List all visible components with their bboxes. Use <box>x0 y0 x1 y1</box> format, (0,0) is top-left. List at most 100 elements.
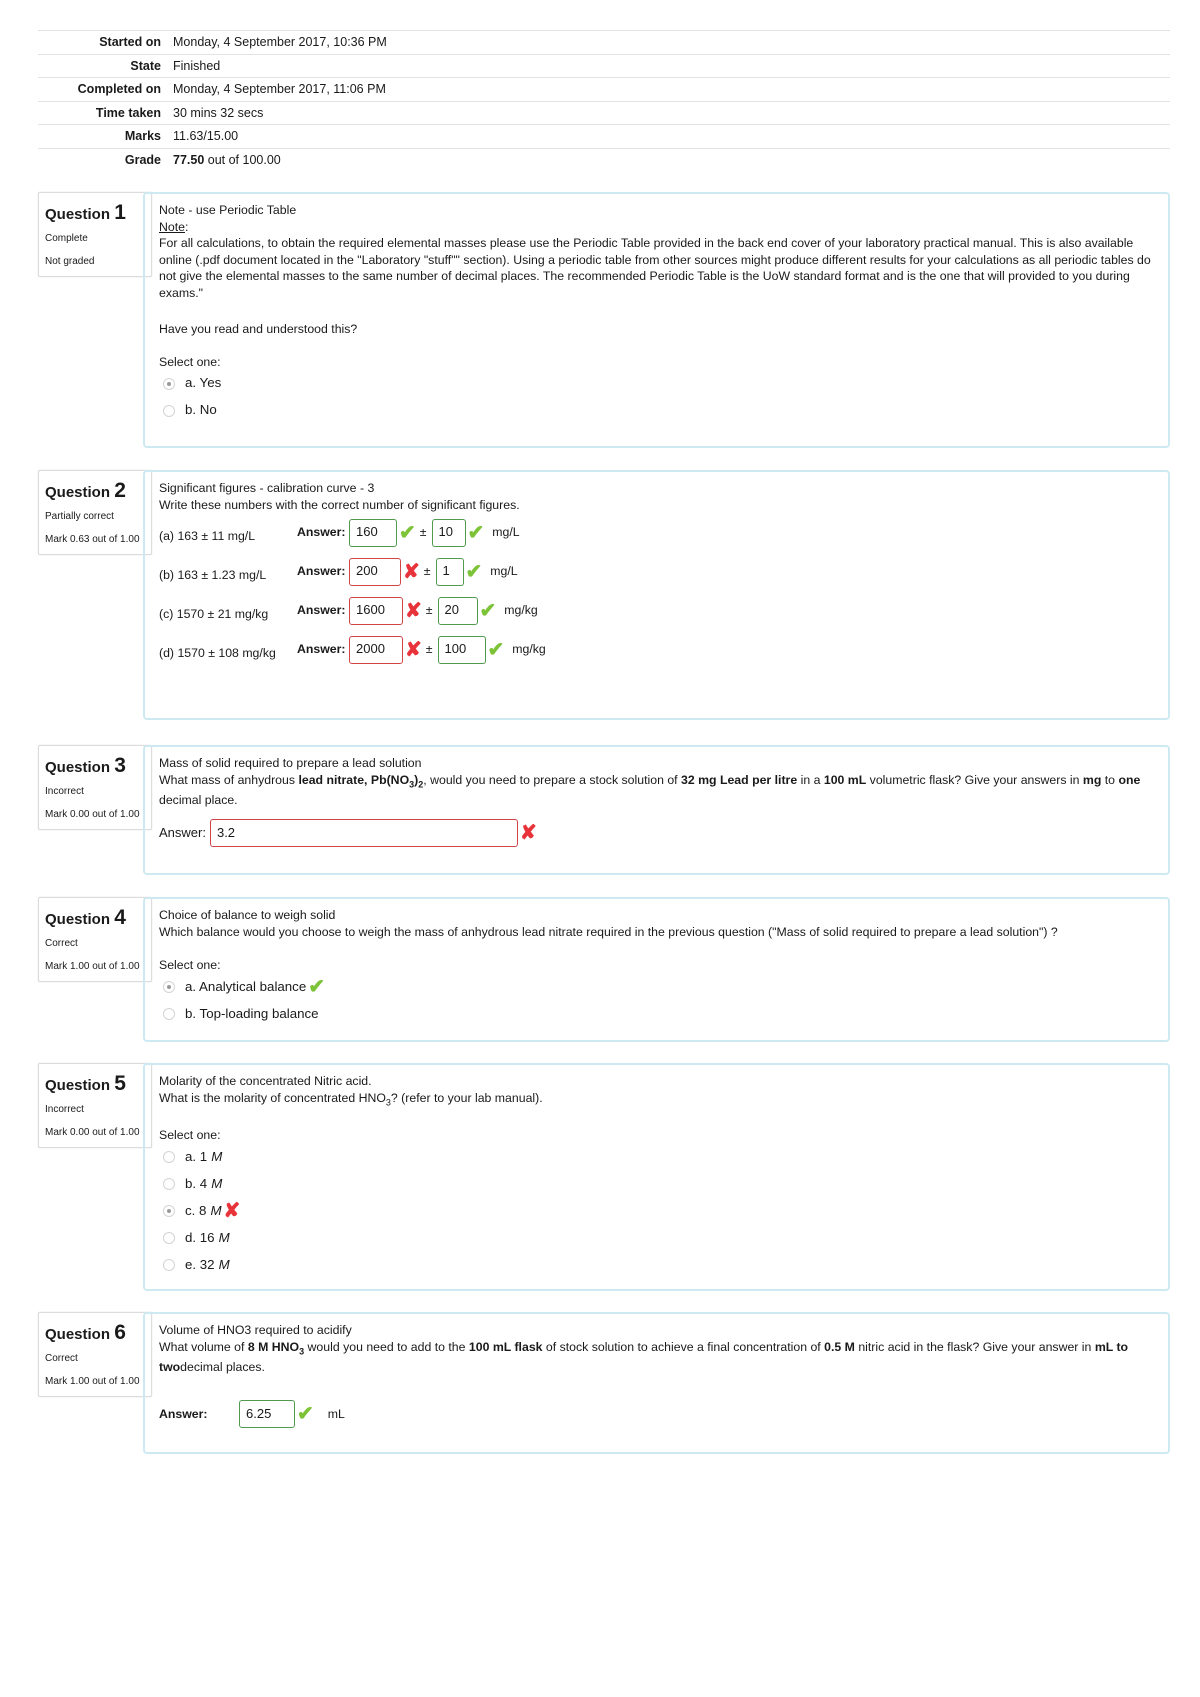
value-input[interactable]: 1600 <box>349 596 403 625</box>
question-mark: Mark 0.00 out of 1.00 <box>45 1127 140 1138</box>
question-title: Significant figures - calibration curve … <box>159 481 375 495</box>
question-text: What is the molarity of concentrated HNO… <box>159 1090 543 1107</box>
radio-selected[interactable] <box>163 981 175 993</box>
answer-input[interactable]: 3.2 <box>209 818 518 847</box>
question-info: Question 5 Incorrect Mark 0.00 out of 1.… <box>38 1063 152 1148</box>
radio-selected[interactable] <box>163 377 175 390</box>
question-title: Note - use Periodic Table <box>159 203 297 217</box>
option-3[interactable]: d. 16 M <box>159 1225 1154 1252</box>
summary-completed: Completed on Monday, 4 September 2017, 11… <box>38 77 1170 101</box>
uncertainty-input[interactable]: 100 <box>437 635 486 664</box>
answer-row: (d) 1570 ± 108 mg/kg Answer: 2000 ✘ ±100 ✔ mg/… <box>159 630 1154 669</box>
unit-label: mg/L <box>490 564 518 579</box>
part-label: (c) 1570 ± 21 mg/kg <box>159 607 269 622</box>
option-4[interactable]: e. 32 M <box>159 1252 1154 1279</box>
option-0[interactable]: a. 1 M <box>159 1144 1154 1171</box>
question-text: Write these numbers with the correct num… <box>159 497 520 512</box>
question-info: Question 2 Partially correct Mark 0.63 o… <box>38 470 152 555</box>
radio-selected[interactable] <box>163 1205 175 1218</box>
unit-label: mg/L <box>492 525 520 540</box>
question-content: Volume of HNO3 required to acidify What … <box>143 1312 1170 1454</box>
question-mark: Mark 1.00 out of 1.00 <box>45 1376 140 1387</box>
correct-icon: ✔ <box>465 560 483 583</box>
incorrect-icon: ✘ <box>405 638 422 661</box>
option-yes[interactable]: a. Yes <box>159 370 1154 397</box>
incorrect-icon: ✘ <box>519 821 537 844</box>
part-label: (d) 1570 ± 108 mg/kg <box>159 646 276 661</box>
unit-label: M <box>218 1230 230 1246</box>
radio[interactable] <box>163 1151 175 1164</box>
radio[interactable] <box>163 1259 175 1272</box>
correct-icon: ✔ <box>487 638 505 661</box>
correct-icon: ✔ <box>297 1402 314 1425</box>
radio[interactable] <box>163 1008 175 1020</box>
option-label: a. 1 <box>185 1149 208 1165</box>
question-state: Correct <box>45 938 78 949</box>
unit-label: mg/kg <box>512 642 546 657</box>
answer-label: Answer: <box>297 603 346 618</box>
unit-label: M <box>211 1176 223 1192</box>
question-title: Choice of balance to weigh solid <box>159 908 336 922</box>
question-content: Note - use Periodic Table Note: For all … <box>143 192 1170 448</box>
answer-label: Answer: <box>297 564 346 579</box>
radio[interactable] <box>163 1232 175 1245</box>
question-mark: Mark 1.00 out of 1.00 <box>45 961 140 972</box>
question-content: Significant figures - calibration curve … <box>143 470 1170 720</box>
uncertainty-input[interactable]: 20 <box>437 596 478 625</box>
answer-row: (b) 163 ± 1.23 mg/L Answer: 200 ✘ ±1 ✔ mg/L <box>159 552 1154 591</box>
value-input[interactable]: 2000 <box>349 635 403 664</box>
answer-input[interactable]: 6.25 <box>239 1399 295 1428</box>
plus-minus: ± <box>425 603 433 618</box>
part-label: (b) 163 ± 1.23 mg/L <box>159 568 267 583</box>
radio[interactable] <box>163 1178 175 1191</box>
uncertainty-input[interactable]: 1 <box>435 557 464 586</box>
option-no[interactable]: b. No <box>159 397 1154 424</box>
question-info: Question 1 Complete Not graded <box>38 192 152 277</box>
question-mark: Not graded <box>45 256 95 267</box>
incorrect-icon: ✘ <box>223 1200 241 1223</box>
summary-grade: Grade 77.50 out of 100.00 <box>38 147 1170 172</box>
question-mark: Mark 0.00 out of 1.00 <box>45 809 140 820</box>
plus-minus: ± <box>423 564 431 579</box>
option-1[interactable]: b. 4 M <box>159 1171 1154 1198</box>
part-label: (a) 163 ± 11 mg/L <box>159 529 256 544</box>
question-text: What volume of 8 M HNO3 would you need t… <box>159 1339 1129 1375</box>
question-info: Question 6 Correct Mark 1.00 out of 1.00 <box>38 1312 152 1397</box>
summary-started: Started on Monday, 4 September 2017, 10:3… <box>38 30 1170 54</box>
radio[interactable] <box>163 404 175 417</box>
answer-label: Answer: <box>297 642 346 657</box>
incorrect-icon: ✘ <box>405 599 422 622</box>
option-label: d. 16 <box>185 1230 215 1246</box>
option-label: b. 4 <box>185 1176 208 1192</box>
correct-icon: ✔ <box>308 976 325 998</box>
incorrect-icon: ✘ <box>403 560 420 583</box>
unit-label: M <box>211 1149 223 1165</box>
unit-label: M <box>210 1203 222 1219</box>
question-info: Question 4 Correct Mark 1.00 out of 1.00 <box>38 897 152 982</box>
summary-marks: Marks 11.63/15.00 <box>38 124 1170 148</box>
question-state: Incorrect <box>45 1104 84 1115</box>
value-input[interactable]: 200 <box>349 557 401 586</box>
question-mark: Mark 0.63 out of 1.00 <box>45 534 140 545</box>
correct-icon: ✔ <box>399 521 416 544</box>
summary-state: State Finished <box>38 53 1170 78</box>
correct-icon: ✔ <box>467 521 485 544</box>
question-info: Question 3 Incorrect Mark 0.00 out of 1.… <box>38 745 152 830</box>
correct-icon: ✔ <box>479 599 497 622</box>
answer-row: (c) 1570 ± 21 mg/kg Answer: 1600 ✘ ±20 ✔ mg/kg <box>159 591 1154 630</box>
value-input[interactable]: 160 <box>349 518 397 547</box>
unit-label: M <box>218 1257 230 1273</box>
question-title: Molarity of the concentrated Nitric acid… <box>159 1074 372 1088</box>
question-state: Partially correct <box>45 511 114 522</box>
option-2[interactable]: c. 8 M ✘ <box>159 1198 1154 1225</box>
summary-time: Time taken 30 mins 32 secs <box>38 100 1170 125</box>
question-text: For all calculations, to obtain the requ… <box>159 236 1151 300</box>
question-title: Volume of HNO3 required to acidify <box>159 1323 352 1337</box>
uncertainty-input[interactable]: 10 <box>431 518 466 547</box>
option-top-loading[interactable]: b. Top-loading balance <box>159 1001 1154 1028</box>
question-content: Mass of solid required to prepare a lead… <box>143 745 1170 875</box>
unit-label: mg/kg <box>504 603 538 618</box>
question-text: Which balance would you choose to weigh … <box>159 924 1058 939</box>
option-label: c. 8 <box>185 1203 207 1219</box>
option-analytical[interactable]: a. Analytical balance ✔ <box>159 974 1154 1001</box>
